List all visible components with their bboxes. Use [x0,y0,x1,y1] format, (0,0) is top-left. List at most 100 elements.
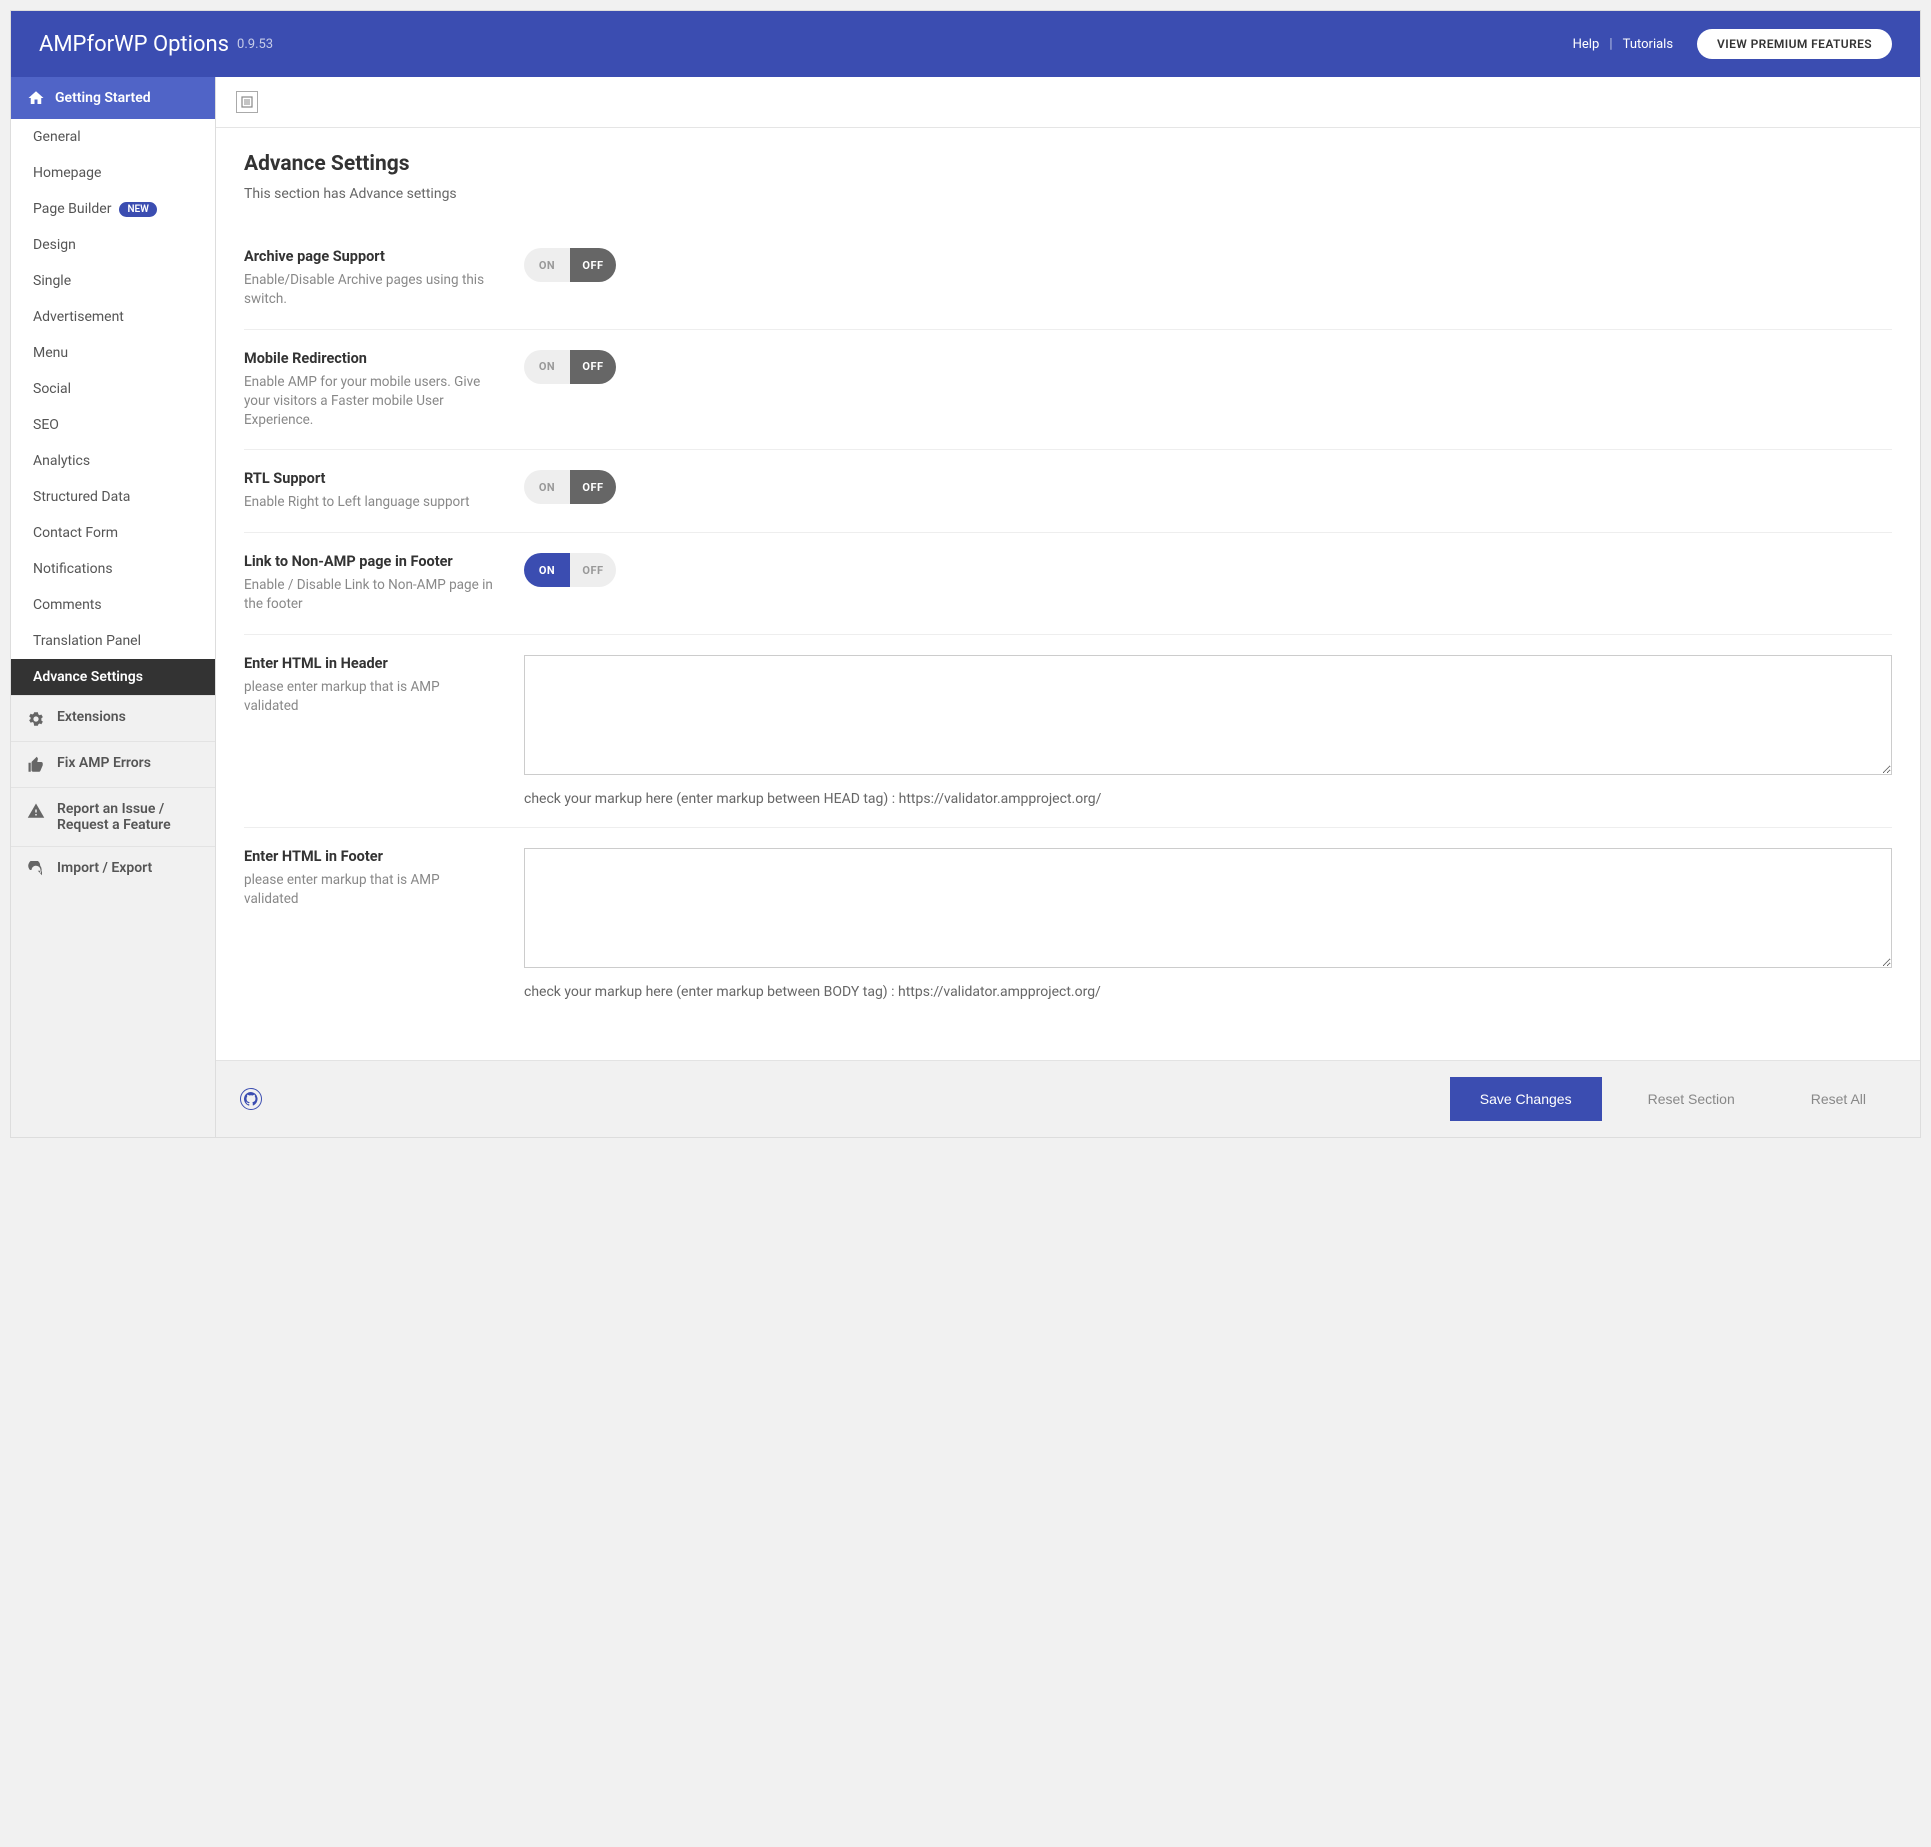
field-html-header: Enter HTML in Header please enter markup… [244,635,1892,828]
sidebar-item-label: General [33,129,81,145]
html-footer-note: check your markup here (enter markup bet… [524,984,1892,1000]
sidebar-parent-getting-started[interactable]: Getting Started [11,77,215,119]
sidebar-item-analytics[interactable]: Analytics [11,443,215,479]
home-icon [27,89,45,107]
sidebar-parent-label: Getting Started [55,90,151,106]
sidebar-item-advertisement[interactable]: Advertisement [11,299,215,335]
toggle-on[interactable]: ON [524,553,570,587]
field-label: Enter HTML in Header [244,655,494,672]
mobile-toggle[interactable]: ON OFF [524,350,616,384]
sidebar-item-menu[interactable]: Menu [11,335,215,371]
sidebar-section-extensions[interactable]: Extensions [11,695,215,741]
expand-icon [241,96,253,108]
toggle-off[interactable]: OFF [570,553,616,587]
warning-icon [27,802,45,820]
field-help: Enable/Disable Archive pages using this … [244,271,494,309]
sidebar-section-label: Import / Export [57,860,152,876]
field-label: RTL Support [244,470,494,487]
sidebar-item-label: Single [33,273,71,289]
field-nonamp-link: Link to Non-AMP page in Footer Enable / … [244,533,1892,635]
field-html-footer: Enter HTML in Footer please enter markup… [244,828,1892,1020]
field-label: Enter HTML in Footer [244,848,494,865]
nonamp-toggle[interactable]: ON OFF [524,553,616,587]
sidebar-item-label: Advertisement [33,309,124,325]
field-help: Enable Right to Left language support [244,493,494,512]
sidebar-item-contact-form[interactable]: Contact Form [11,515,215,551]
sidebar-section-label: Fix AMP Errors [57,755,151,771]
footer-bar: Save Changes Reset Section Reset All [216,1060,1920,1137]
sidebar-item-label: Structured Data [33,489,130,505]
reset-section-button[interactable]: Reset Section [1618,1077,1765,1121]
field-mobile-redirection: Mobile Redirection Enable AMP for your m… [244,330,1892,451]
view-premium-button[interactable]: VIEW PREMIUM FEATURES [1697,29,1892,59]
sidebar-item-design[interactable]: Design [11,227,215,263]
sidebar-item-social[interactable]: Social [11,371,215,407]
sidebar-item-label: Advance Settings [33,669,143,685]
archive-toggle[interactable]: ON OFF [524,248,616,282]
app-title: AMPforWP Options [39,32,229,57]
field-help: please enter markup that is AMP validate… [244,871,494,909]
sidebar-item-label: Comments [33,597,102,613]
sidebar-item-comments[interactable]: Comments [11,587,215,623]
toggle-on[interactable]: ON [524,470,570,504]
field-label: Link to Non-AMP page in Footer [244,553,494,570]
sidebar-item-notifications[interactable]: Notifications [11,551,215,587]
help-link[interactable]: Help [1563,37,1610,52]
field-help: please enter markup that is AMP validate… [244,678,494,716]
sidebar-item-translation-panel[interactable]: Translation Panel [11,623,215,659]
sidebar-item-label: Homepage [33,165,101,181]
sidebar-item-label: Page Builder [33,201,111,217]
sidebar-item-general[interactable]: General [11,119,215,155]
toggle-on[interactable]: ON [524,350,570,384]
reset-all-button[interactable]: Reset All [1781,1077,1896,1121]
separator: | [1609,36,1612,52]
sidebar-item-advance-settings[interactable]: Advance Settings [11,659,215,695]
gear-icon [27,710,45,728]
sidebar-item-page-builder[interactable]: Page Builder NEW [11,191,215,227]
sidebar-item-label: Notifications [33,561,113,577]
toggle-off[interactable]: OFF [570,350,616,384]
expand-all-icon[interactable] [236,91,258,113]
sidebar-item-single[interactable]: Single [11,263,215,299]
field-help: Enable / Disable Link to Non-AMP page in… [244,576,494,614]
sidebar-section-report[interactable]: Report an Issue / Request a Feature [11,787,215,846]
main-header [216,77,1920,128]
topbar: AMPforWP Options 0.9.53 Help | Tutorials… [11,11,1920,77]
html-header-note: check your markup here (enter markup bet… [524,791,1892,807]
sidebar-section-import-export[interactable]: Import / Export [11,846,215,892]
sidebar-section-label: Extensions [57,709,126,725]
field-label: Mobile Redirection [244,350,494,367]
sidebar: Getting Started General Homepage Page Buil… [11,77,216,1137]
sidebar-item-label: Translation Panel [33,633,141,649]
html-footer-input[interactable] [524,848,1892,968]
sidebar-item-label: Social [33,381,71,397]
field-label: Archive page Support [244,248,494,265]
sidebar-item-label: Design [33,237,76,253]
toggle-on[interactable]: ON [524,248,570,282]
sidebar-item-label: Contact Form [33,525,118,541]
rtl-toggle[interactable]: ON OFF [524,470,616,504]
page-desc: This section has Advance settings [244,186,1892,202]
html-header-input[interactable] [524,655,1892,775]
thumbs-up-icon [27,756,45,774]
new-badge: NEW [119,202,157,217]
field-help: Enable AMP for your mobile users. Give y… [244,373,494,430]
sidebar-item-label: SEO [33,417,59,433]
refresh-icon [27,861,45,879]
sidebar-section-label: Report an Issue / Request a Feature [57,801,199,833]
toggle-off[interactable]: OFF [570,248,616,282]
sidebar-section-fix-errors[interactable]: Fix AMP Errors [11,741,215,787]
sidebar-item-label: Analytics [33,453,90,469]
toggle-off[interactable]: OFF [570,470,616,504]
field-rtl-support: RTL Support Enable Right to Left languag… [244,450,1892,533]
page-title: Advance Settings [244,152,1892,176]
save-button[interactable]: Save Changes [1450,1077,1602,1121]
sidebar-item-seo[interactable]: SEO [11,407,215,443]
github-icon [244,1092,258,1106]
app-version: 0.9.53 [237,37,273,52]
tutorials-link[interactable]: Tutorials [1613,37,1683,52]
sidebar-item-homepage[interactable]: Homepage [11,155,215,191]
github-link[interactable] [240,1088,262,1110]
field-archive-support: Archive page Support Enable/Disable Arch… [244,228,1892,330]
sidebar-item-structured-data[interactable]: Structured Data [11,479,215,515]
